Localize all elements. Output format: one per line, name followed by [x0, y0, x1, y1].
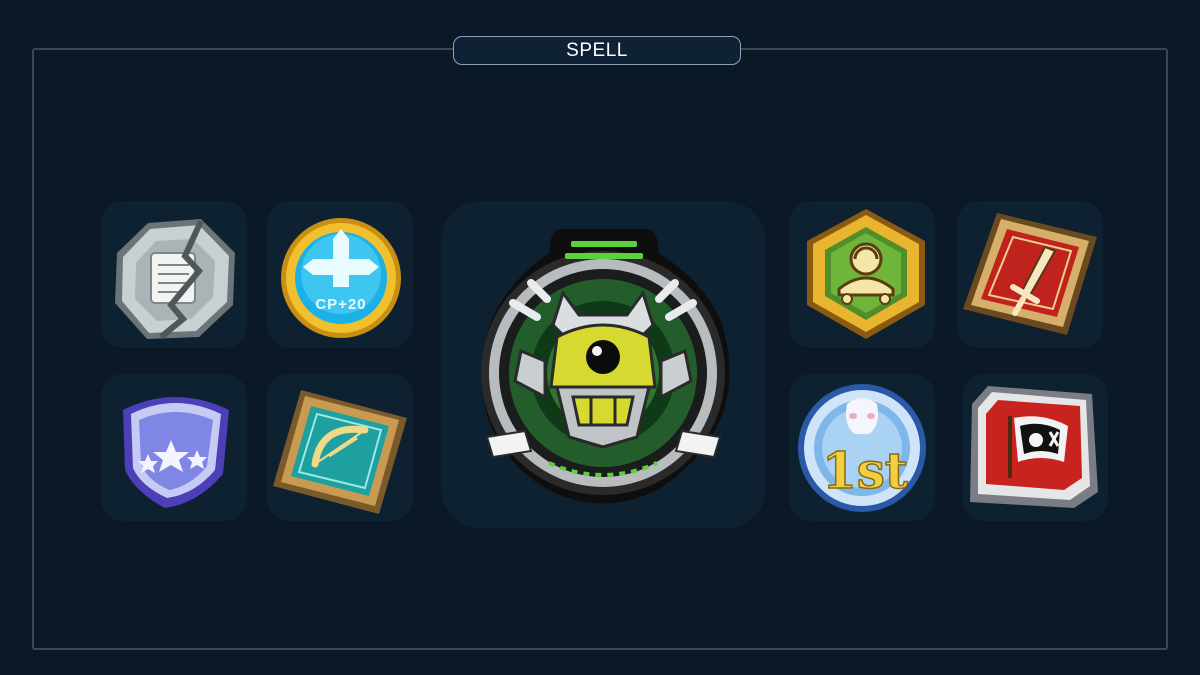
spell-slot-scroll[interactable]: [101, 201, 247, 348]
cp-coin-text: CP+20: [315, 296, 366, 313]
spell-slot-cp-coin[interactable]: CP+20: [267, 201, 413, 348]
spell-slot-shield[interactable]: [101, 374, 247, 521]
panel-title: SPELL: [453, 36, 741, 65]
pirate-flag-card-icon: [970, 386, 1098, 508]
robot-mask-medallion-icon: [481, 229, 730, 504]
sword-card-icon: [963, 213, 1097, 335]
spell-slot-pirate[interactable]: [962, 374, 1108, 521]
spell-slot-first-place[interactable]: 1st: [789, 374, 935, 521]
bow-card-icon: [273, 390, 407, 514]
cp-plus-coin-icon: CP+20: [281, 218, 401, 338]
broken-scroll-icon: [115, 219, 235, 340]
spell-slot-sword[interactable]: [957, 201, 1103, 348]
spell-slot-featured[interactable]: [441, 201, 766, 528]
spell-slot-bow[interactable]: [267, 374, 413, 521]
turtle-hexagon-icon: [807, 209, 925, 339]
first-place-text: 1st: [822, 441, 908, 500]
spell-slot-turtle[interactable]: [789, 201, 935, 348]
star-shield-icon: [123, 397, 229, 508]
first-place-medal-icon: 1st: [798, 384, 926, 512]
